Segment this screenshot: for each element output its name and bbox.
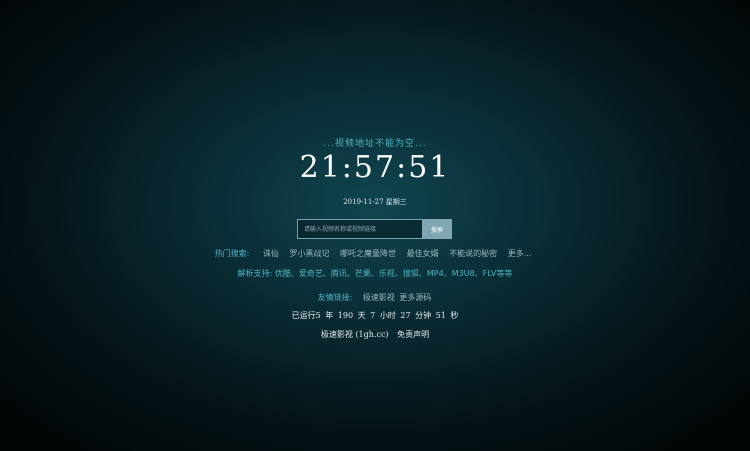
uptime-seconds: 51 (435, 311, 446, 320)
hot-search-more-link[interactable]: 更多... (508, 249, 532, 258)
disclaimer-link[interactable]: 免责声明 (397, 330, 429, 339)
hot-search-label: 热门搜索: (214, 249, 250, 258)
hot-search-link[interactable]: 罗小黑战记 (289, 249, 329, 258)
footer: 极速影视 (1gh.cc) 免责声明 (0, 329, 750, 340)
date-text: 2019-11-27 (343, 198, 384, 206)
uptime-year-unit: 年 (325, 311, 334, 320)
friend-link[interactable]: 更多源码 (399, 293, 431, 302)
date-display: 2019-11-27 星期三 (0, 197, 750, 207)
search-input[interactable] (297, 219, 422, 239)
uptime-minute-unit: 分钟 (415, 311, 432, 320)
uptime-second-unit: 秒 (450, 311, 459, 320)
friend-link[interactable]: 极速影视 (363, 293, 395, 302)
friend-links-label: 友情链接: (317, 293, 353, 302)
uptime-days: 190 (337, 311, 354, 320)
uptime-counter: 已运行5 年 190 天 7 小时 27 分钟 51 秒 (0, 310, 750, 321)
status-message: ...视频地址不能为空... (323, 139, 427, 149)
weekday-text: 星期三 (385, 198, 407, 206)
search-bar: 搜索 (297, 219, 452, 239)
uptime-day-unit: 天 (357, 311, 366, 320)
clock-display: 21:57:51 (299, 150, 451, 185)
hot-search-link[interactable]: 最佳女婿 (407, 249, 439, 258)
search-button[interactable]: 搜索 (422, 219, 452, 239)
hot-search-link[interactable]: 不能说的秘密 (449, 249, 497, 258)
site-home-link[interactable]: 极速影视 (1gh.cc) (321, 330, 389, 339)
hot-search-row: 热门搜索: 诛仙 罗小黑战记 哪吒之魔童降世 最佳女婿 不能说的秘密 更多... (0, 248, 750, 259)
page: ...视频地址不能为空... 21:57:51 2019-11-27 星期三 搜… (0, 0, 750, 451)
uptime-hours: 7 (370, 311, 376, 320)
friend-links-row: 友情链接: 极速影视 更多源码 (0, 292, 750, 303)
hot-search-link[interactable]: 诛仙 (263, 249, 279, 258)
supported-sources: 解析支持: 优酷、爱奇艺、腾讯、芒果、乐视、搜狐、MP4、M3U8、FLV等等 (237, 269, 513, 278)
hot-search-link[interactable]: 哪吒之魔童降世 (340, 249, 396, 258)
uptime-hour-unit: 小时 (379, 311, 396, 320)
uptime-minutes: 27 (400, 311, 411, 320)
uptime-prefix: 已运行5 (291, 311, 321, 320)
